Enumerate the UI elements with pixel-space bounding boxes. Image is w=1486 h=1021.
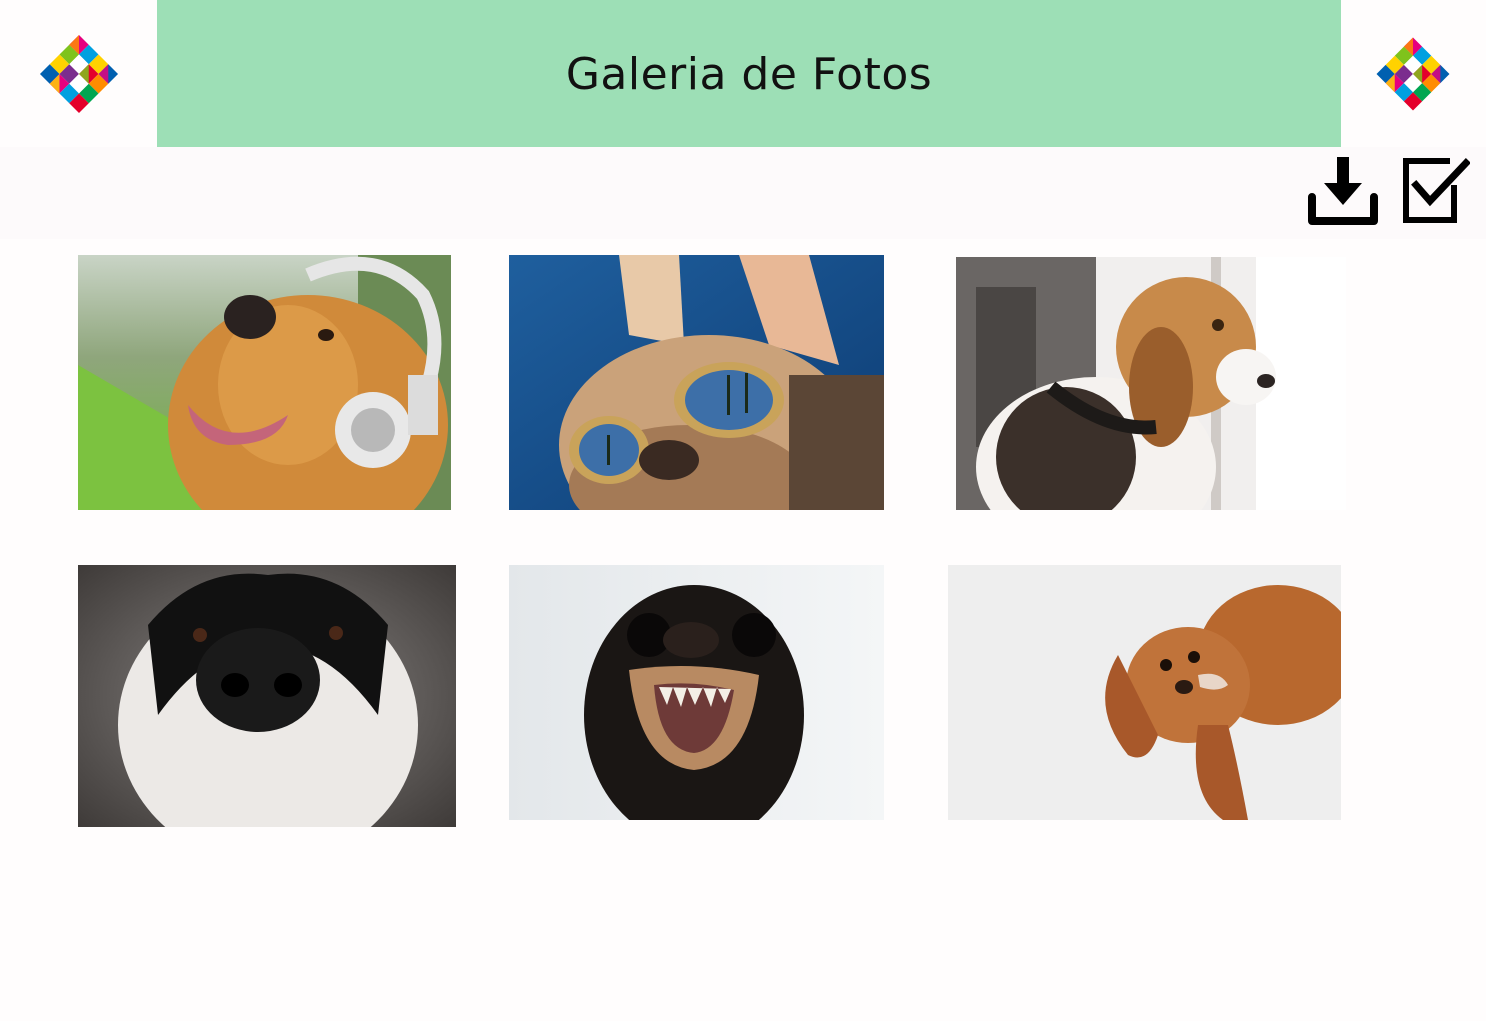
gallery-photo-golden-retriever[interactable] <box>78 255 451 510</box>
select-all-button[interactable] <box>1400 155 1470 227</box>
colorful-diamond-logo-icon <box>39 34 119 114</box>
gallery-photo-nose-closeup[interactable] <box>78 565 456 827</box>
page-title: Galeria de Fotos <box>565 49 933 100</box>
checkbox-checked-icon <box>1403 158 1470 223</box>
download-button[interactable] <box>1308 155 1378 227</box>
download-icon <box>1308 157 1378 225</box>
header-banner: Galeria de Fotos <box>157 0 1341 147</box>
gallery-photo-goggles-dog[interactable] <box>509 255 884 510</box>
toolbar <box>0 147 1486 239</box>
gallery-photo-beagle[interactable] <box>956 257 1346 510</box>
gallery-photo-barking-dog[interactable] <box>509 565 884 820</box>
logo-left <box>33 28 125 120</box>
gallery-photo-spaniel-puppy[interactable] <box>948 565 1341 820</box>
logo-right <box>1370 31 1456 117</box>
colorful-diamond-logo-icon <box>1376 37 1450 111</box>
